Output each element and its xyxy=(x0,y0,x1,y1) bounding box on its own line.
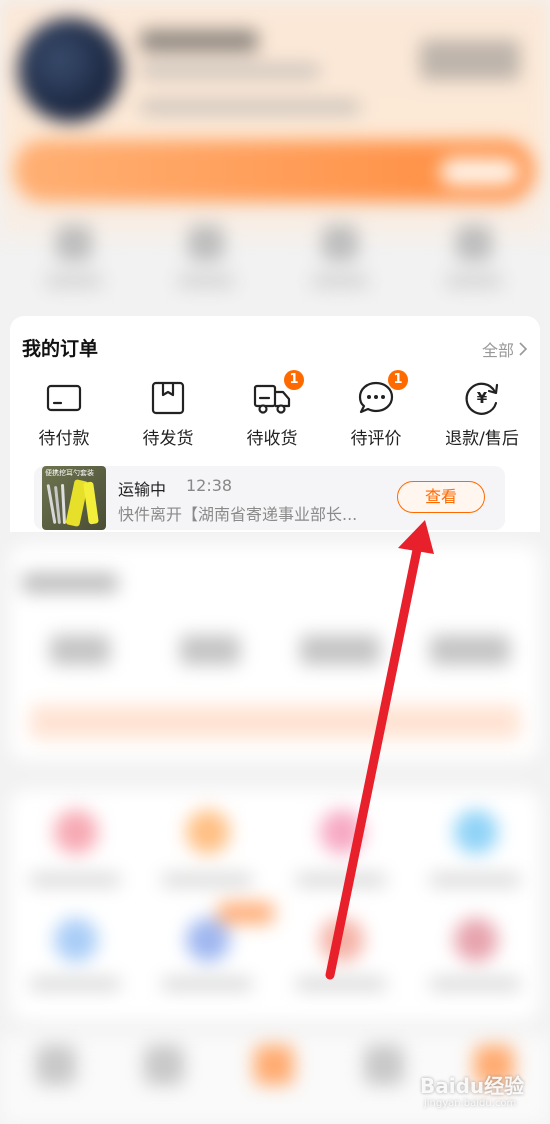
status-label: 退款/售后 xyxy=(445,429,519,449)
view-shipment-button[interactable]: 查看 xyxy=(397,481,485,513)
blurred-header-icons xyxy=(420,40,520,80)
order-status-pending-review[interactable]: 1 待评价 xyxy=(324,370,428,449)
chevron-right-icon xyxy=(519,342,528,356)
refund-yuan-icon: ¥ xyxy=(465,382,499,415)
badge-count: 1 xyxy=(388,370,408,390)
blurred-membership-button xyxy=(440,158,520,186)
blurred-services-card xyxy=(10,790,540,1020)
order-status-refund-aftersale[interactable]: ¥ 退款/售后 xyxy=(430,378,534,449)
my-orders-card: 我的订单 全部 待付款 待发货 1 待收货 1 待评价 ¥ 退款/售后 便携挖耳… xyxy=(10,316,540,532)
baidu-watermark-url: jingyan.baidu.com xyxy=(424,1098,517,1109)
blurred-username xyxy=(140,30,258,52)
shipment-description: 快件离开【湖南省寄递事业部长... xyxy=(118,505,358,524)
shipment-time: 12:38 xyxy=(186,476,233,495)
status-label: 待发货 xyxy=(142,429,194,449)
shipment-tracking-row[interactable]: 便携挖耳勺套装 运输中 12:38 快件离开【湖南省寄递事业部长... 查看 xyxy=(34,466,505,530)
order-status-pending-receipt[interactable]: 1 待收货 xyxy=(220,370,324,449)
avatar xyxy=(18,18,122,122)
blurred-background xyxy=(0,0,550,1124)
view-all-label: 全部 xyxy=(481,341,514,360)
blurred-quick-links xyxy=(0,225,550,305)
order-status-row: 待付款 待发货 1 待收货 1 待评价 ¥ 退款/售后 xyxy=(10,370,540,449)
orders-title: 我的订单 xyxy=(22,338,99,360)
shipment-status: 运输中 xyxy=(118,480,167,499)
svg-text:¥: ¥ xyxy=(477,389,488,407)
blurred-profile-stats xyxy=(140,100,360,114)
blurred-assets-card xyxy=(10,545,540,760)
status-label: 待收货 xyxy=(246,429,298,449)
baidu-watermark: Baidu经验 xyxy=(420,1074,525,1098)
product-thumbnail: 便携挖耳勺套装 xyxy=(42,466,106,530)
status-label: 待评价 xyxy=(350,429,402,449)
thumbnail-caption: 便携挖耳勺套装 xyxy=(45,469,94,477)
order-status-pending-payment[interactable]: 待付款 xyxy=(12,378,116,449)
badge-count: 1 xyxy=(284,370,304,390)
order-status-pending-shipment[interactable]: 待发货 xyxy=(116,378,220,449)
view-all-orders-link[interactable]: 全部 xyxy=(482,337,528,361)
blurred-profile-meta xyxy=(140,64,320,78)
package-box-icon xyxy=(151,381,185,415)
wallet-card-icon xyxy=(46,384,82,412)
status-label: 待付款 xyxy=(38,429,90,449)
